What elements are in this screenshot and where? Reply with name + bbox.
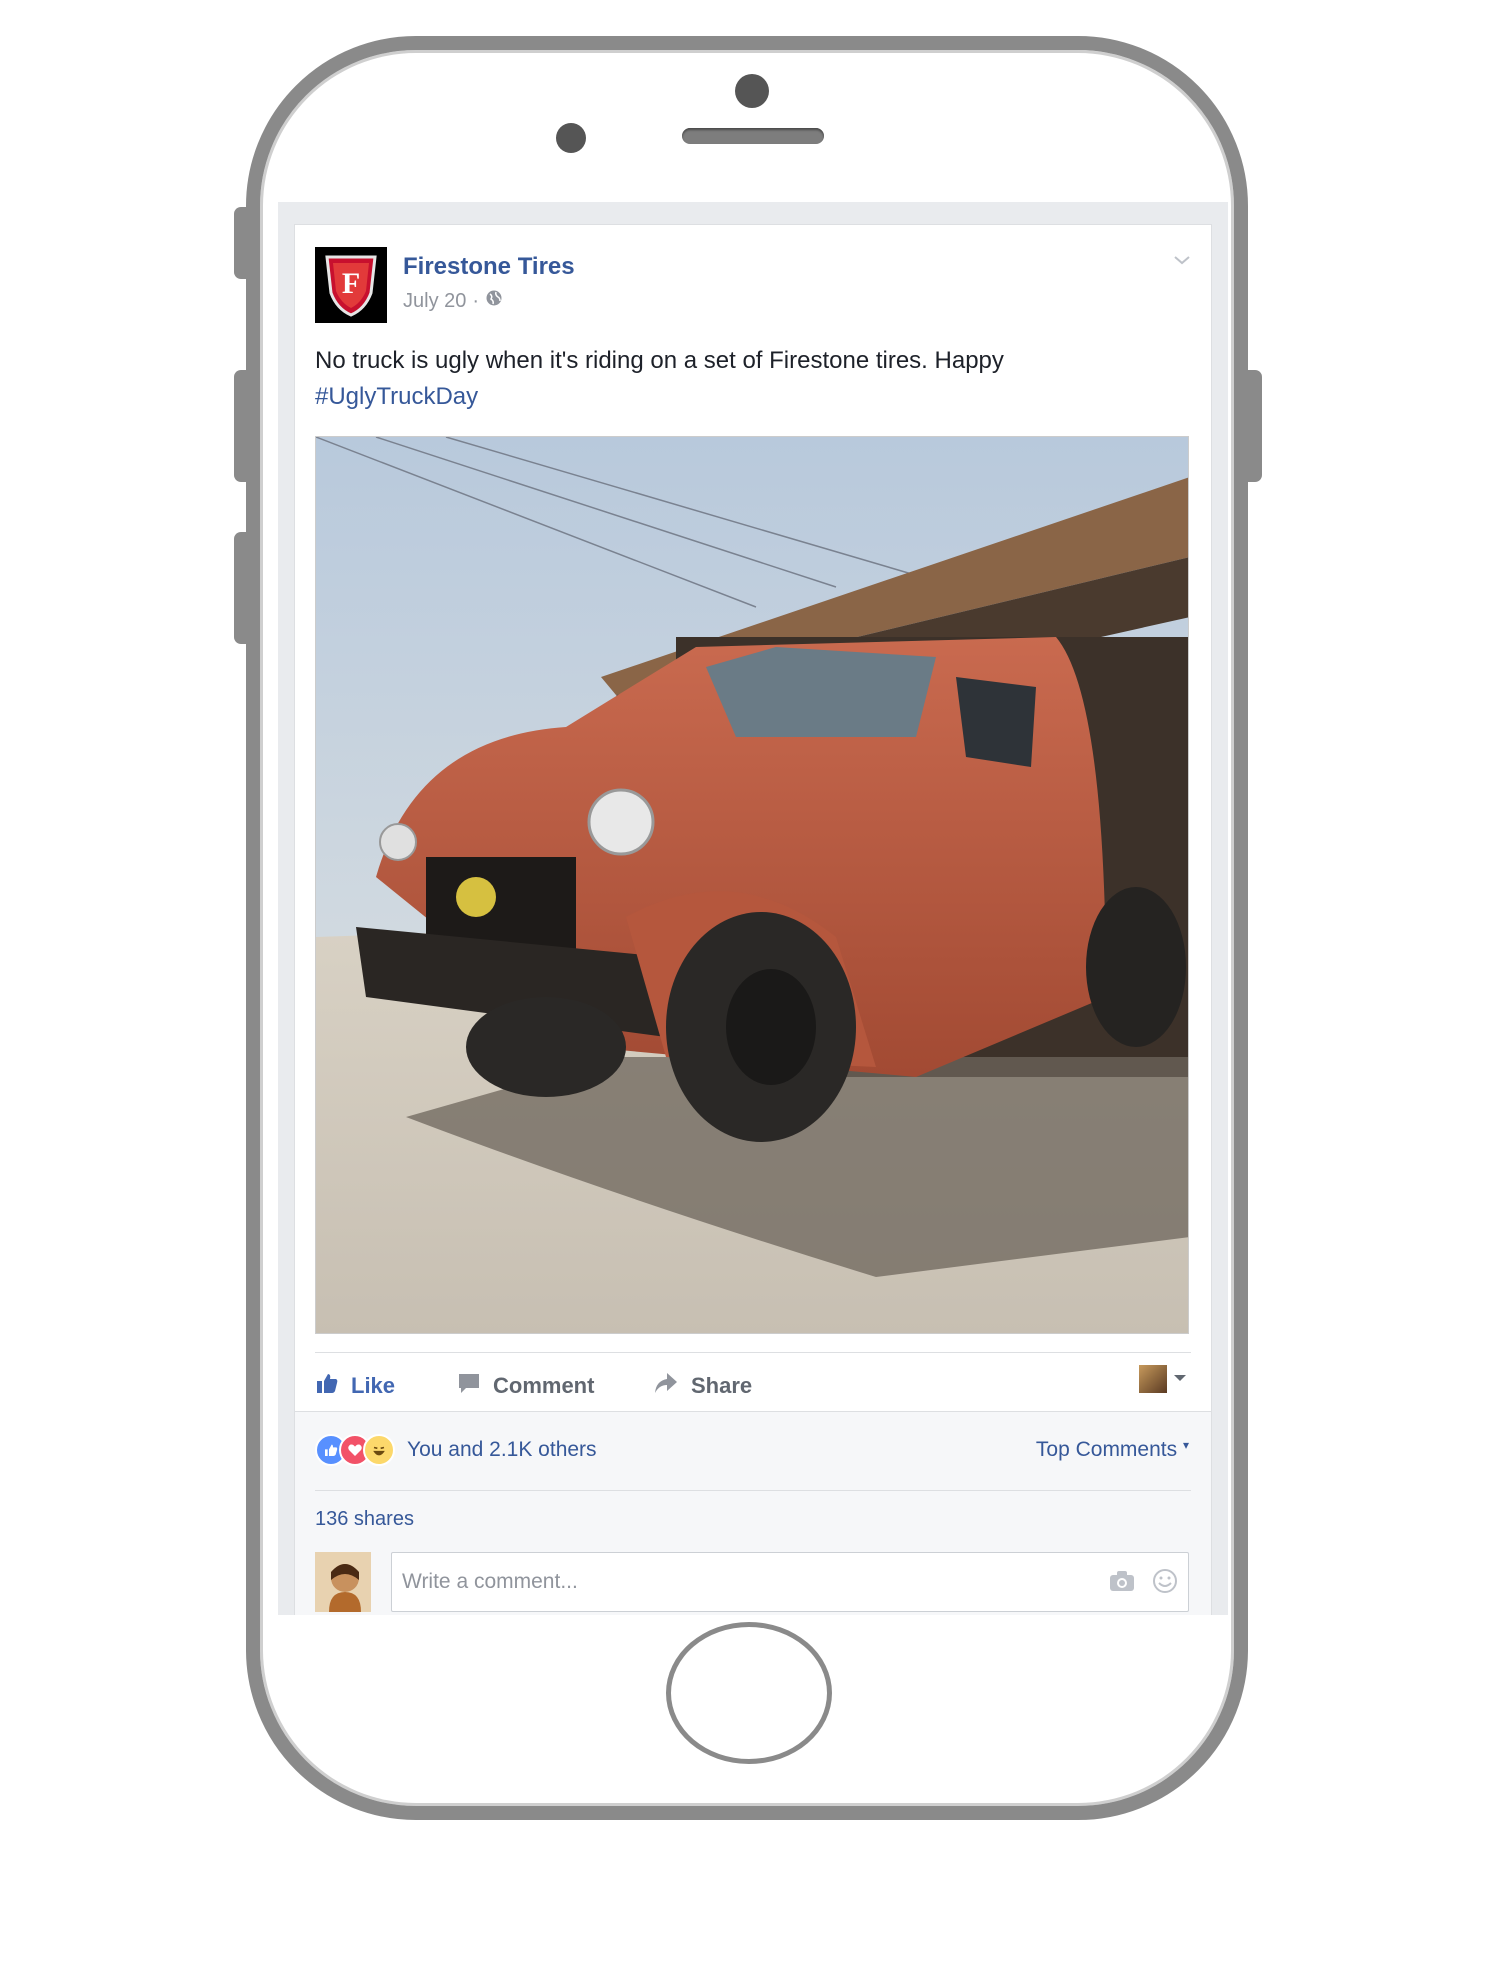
page-name-link[interactable]: Firestone Tires — [403, 253, 575, 281]
phone-sensor — [556, 123, 586, 153]
post-text: No truck is ugly when it's riding on a s… — [315, 343, 1175, 415]
shares-count-link[interactable]: 136 shares — [315, 1508, 414, 1531]
comment-icon — [457, 1371, 481, 1401]
chevron-down-icon — [1173, 1370, 1187, 1388]
post-as-selector[interactable] — [1139, 1365, 1187, 1393]
post-body-text: No truck is ugly when it's riding on a s… — [315, 347, 1004, 374]
post-photo[interactable] — [315, 436, 1189, 1334]
like-button[interactable]: Like — [315, 1371, 395, 1401]
engagement-section: You and 2.1K others Top Comments ▾ 136 s… — [295, 1411, 1211, 1615]
facebook-post-card: F Firestone Tires July 20 · No truck is … — [294, 224, 1212, 1615]
top-comments-dropdown[interactable]: Top Comments ▾ — [1036, 1438, 1189, 1462]
haha-reaction-icon — [363, 1434, 395, 1466]
hashtag-link[interactable]: #UglyTruckDay — [315, 379, 1175, 415]
comment-button[interactable]: Comment — [457, 1371, 594, 1401]
phone-power-button — [1248, 370, 1262, 482]
phone-mute-switch — [234, 207, 248, 279]
phone-front-camera — [735, 74, 769, 108]
profile-avatar-mini — [1139, 1365, 1167, 1393]
phone-home-button[interactable] — [666, 1622, 832, 1764]
shares-divider — [315, 1490, 1191, 1491]
comment-label: Comment — [493, 1373, 595, 1398]
globe-icon — [485, 289, 503, 313]
post-date[interactable]: July 20 — [403, 290, 466, 313]
post-meta: July 20 · — [403, 289, 503, 313]
reactions-count-text[interactable]: You and 2.1K others — [407, 1438, 597, 1462]
chevron-down-icon[interactable] — [1171, 249, 1193, 271]
phone-volume-up — [234, 370, 248, 482]
camera-icon[interactable] — [1108, 1569, 1136, 1598]
top-comments-label: Top Comments — [1035, 1438, 1178, 1461]
chevron-down-icon: ▾ — [1182, 1438, 1189, 1452]
share-icon — [653, 1371, 679, 1401]
phone-speaker — [682, 128, 824, 144]
like-label: Like — [351, 1373, 396, 1398]
phone-volume-down — [234, 532, 248, 644]
share-label: Share — [691, 1373, 753, 1398]
phone-screen: F Firestone Tires July 20 · No truck is … — [278, 202, 1228, 1615]
svg-text:F: F — [342, 267, 360, 300]
comment-input[interactable] — [400, 1563, 1044, 1601]
emoji-icon[interactable] — [1152, 1568, 1178, 1599]
firestone-logo[interactable]: F — [315, 247, 387, 323]
actions-divider — [315, 1352, 1191, 1353]
like-icon — [315, 1371, 339, 1401]
reactions-summary[interactable]: You and 2.1K others — [315, 1434, 597, 1466]
comment-input-box[interactable] — [391, 1552, 1189, 1612]
date-separator: · — [472, 289, 480, 312]
avatar[interactable] — [315, 1552, 371, 1612]
share-button[interactable]: Share — [653, 1371, 752, 1401]
